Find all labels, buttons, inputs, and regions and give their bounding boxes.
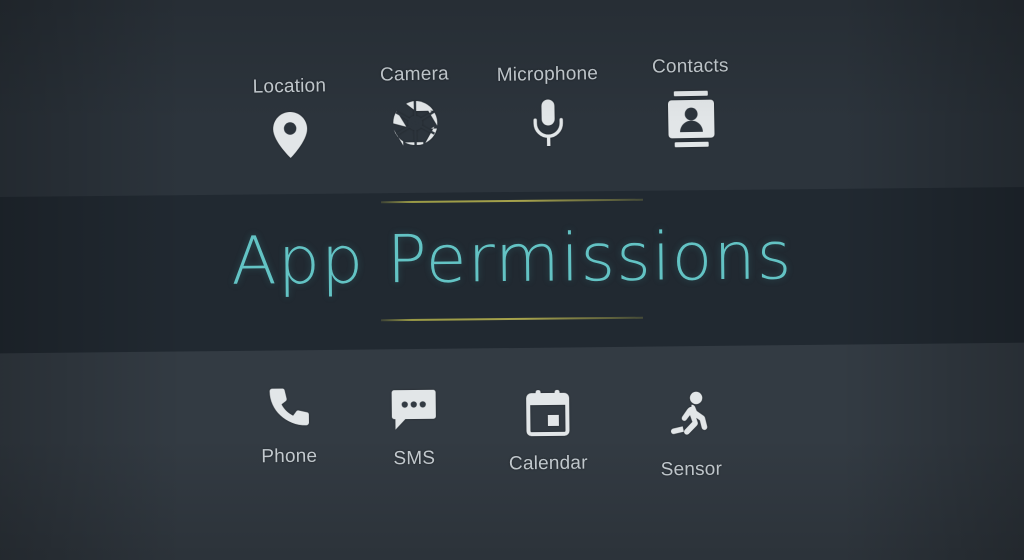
permission-tile-sms[interactable]: SMS <box>339 387 490 471</box>
microphone-icon <box>530 98 567 156</box>
app-permissions-slide: Location Camera Microphone Contacts App … <box>0 0 1024 560</box>
permission-label-sensor: Sensor <box>660 458 723 481</box>
location-pin-icon <box>268 110 313 166</box>
title-rule-bottom <box>380 316 644 322</box>
permission-tile-sensor[interactable]: Sensor <box>616 390 767 482</box>
permission-label-calendar: Calendar <box>508 452 588 475</box>
camera-aperture-icon <box>390 98 441 154</box>
permission-tile-calendar[interactable]: Calendar <box>473 388 624 476</box>
message-bubble-icon <box>390 388 439 437</box>
title-block: App Permissions <box>0 198 1024 322</box>
permission-label-microphone: Microphone <box>496 63 599 86</box>
permission-label-camera: Camera <box>379 63 449 86</box>
calendar-icon <box>524 389 573 442</box>
permission-label-phone: Phone <box>261 445 318 468</box>
phone-handset-icon <box>267 386 312 435</box>
permission-tile-camera[interactable]: Camera <box>339 63 491 155</box>
page-title: App Permissions <box>230 217 793 300</box>
permission-label-contacts: Contacts <box>651 55 729 78</box>
contact-card-icon <box>663 90 720 154</box>
running-person-icon <box>669 391 714 448</box>
permission-tile-microphone[interactable]: Microphone <box>472 63 624 157</box>
permission-label-sms: SMS <box>393 447 436 470</box>
title-rule-top <box>380 198 644 204</box>
permission-tile-contacts[interactable]: Contacts <box>615 55 767 155</box>
permission-label-location: Location <box>252 75 327 98</box>
